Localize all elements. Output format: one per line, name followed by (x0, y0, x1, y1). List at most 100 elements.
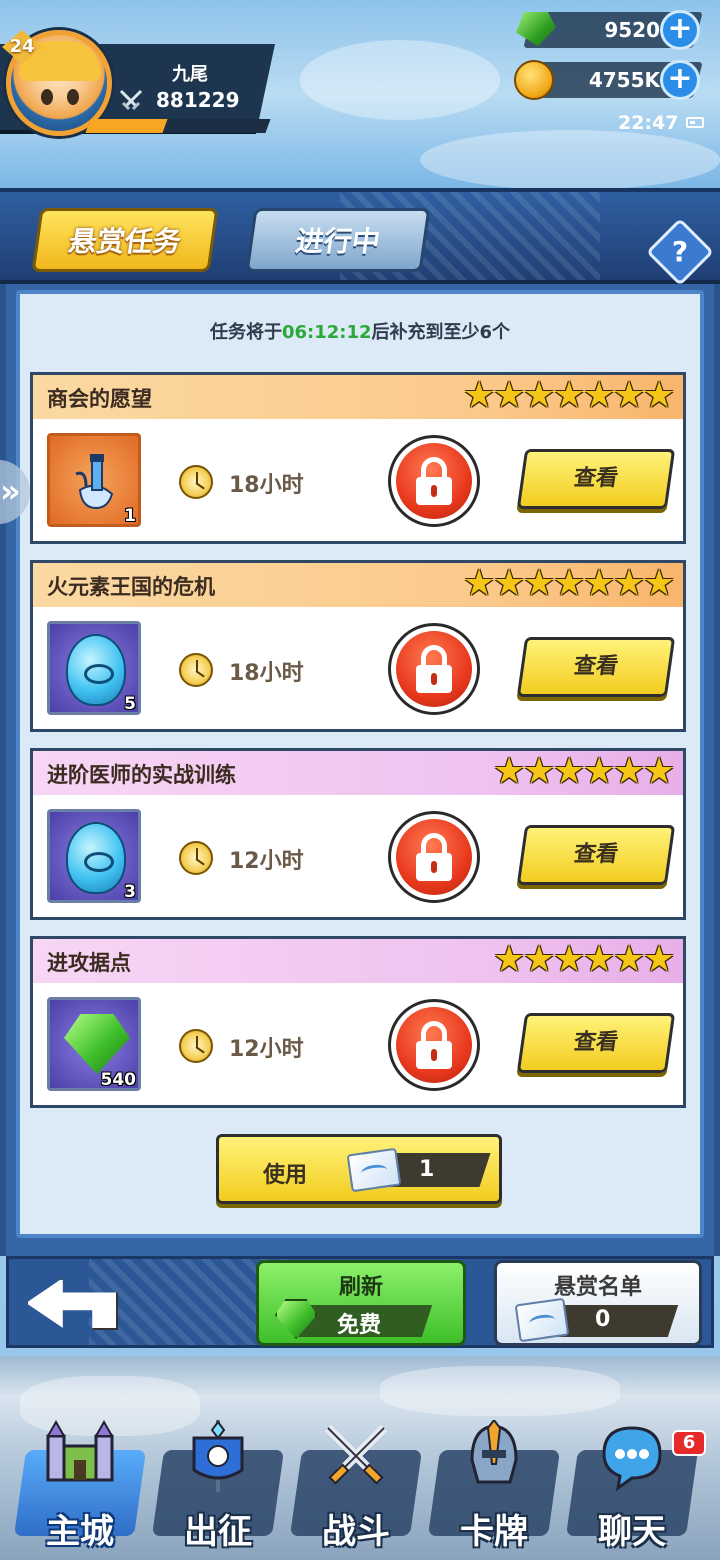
quest-lock-button[interactable] (388, 435, 480, 527)
star-icon: ★ (613, 563, 646, 604)
tab-in-progress[interactable]: 进行中 (245, 208, 431, 272)
nav-label: 聊天 (598, 1512, 666, 1552)
nav-label: 战斗 (322, 1512, 390, 1552)
egg-icon (66, 634, 126, 706)
bounty-list-button[interactable]: 悬赏名单 0 (494, 1260, 702, 1346)
reward-count: 3 (124, 882, 136, 902)
question-icon: ? (671, 235, 689, 268)
clock-icon (179, 653, 213, 687)
potion-icon (75, 454, 114, 510)
player-xp-fill (85, 119, 168, 133)
quest-card: 商会的愿望 ★ ★ ★ ★ ★ ★ ★ 1 18小时 查看 (30, 372, 686, 544)
star-icon: ★ (553, 939, 586, 980)
nav-main-city[interactable]: 主城 (13, 1420, 147, 1560)
quest-reward-item[interactable]: 3 (47, 809, 141, 903)
quest-view-button[interactable]: 查看 (516, 449, 676, 509)
clock-icon (179, 841, 213, 875)
star-icon: ★ (583, 563, 616, 604)
chevron-right-icon: » (0, 472, 21, 510)
nav-label: 主城 (46, 1512, 114, 1552)
quest-reward-item[interactable]: 540 (47, 997, 141, 1091)
quest-title: 商会的愿望 (47, 387, 152, 411)
quest-header: 进阶医师的实战训练 ★ ★ ★ ★ ★ ★ (33, 751, 683, 795)
clock-icon (179, 465, 213, 499)
back-arrow-icon (26, 1278, 118, 1330)
star-icon: ★ (553, 375, 586, 416)
background-cloud (420, 130, 720, 190)
star-icon: ★ (583, 939, 616, 980)
quest-title: 进阶医师的实战训练 (47, 763, 236, 787)
star-icon: ★ (643, 751, 676, 792)
quest-view-button[interactable]: 查看 (516, 637, 676, 697)
quest-star-rating: ★ ★ ★ ★ ★ ★ (493, 751, 676, 792)
tab-bounty-tasks[interactable]: 悬赏任务 (31, 208, 219, 272)
gold-coin-icon (514, 60, 554, 100)
quest-duration: 12小时 (229, 849, 304, 874)
gems-value: 9520 (604, 18, 660, 42)
nav-expedition[interactable]: 出征 (151, 1420, 285, 1560)
quest-duration: 18小时 (229, 661, 304, 686)
refill-notice-suffix: 后补充到至少6个 (371, 322, 511, 343)
quest-reward-item[interactable]: 1 (47, 433, 141, 527)
refresh-button[interactable]: 刷新 免费 (256, 1260, 466, 1346)
avatar-eye (41, 89, 53, 105)
quest-reward-item[interactable]: 5 (47, 621, 141, 715)
reward-count: 540 (100, 1070, 137, 1090)
star-icon: ★ (493, 939, 526, 980)
refresh-title: 刷新 (338, 1275, 383, 1300)
lock-icon (396, 819, 472, 895)
lock-icon (396, 1007, 472, 1083)
refill-notice-prefix: 任务将于 (209, 322, 282, 343)
clock-icon (179, 1029, 213, 1063)
quest-star-rating: ★ ★ ★ ★ ★ ★ (493, 939, 676, 980)
star-icon: ★ (523, 563, 556, 604)
lock-icon (396, 631, 472, 707)
use-scroll-button[interactable]: 使用 1 (216, 1134, 502, 1204)
star-icon: ★ (583, 751, 616, 792)
nav-cards[interactable]: 卡牌 (427, 1420, 561, 1560)
battery-icon (686, 117, 704, 128)
crossed-swords-icon (119, 89, 143, 111)
star-icon: ★ (463, 375, 496, 416)
star-icon: ★ (643, 375, 676, 416)
quest-header: 商会的愿望 ★ ★ ★ ★ ★ ★ ★ (33, 375, 683, 419)
helmet-icon (470, 1420, 518, 1484)
quest-star-rating: ★ ★ ★ ★ ★ ★ ★ (463, 375, 676, 416)
star-icon: ★ (643, 939, 676, 980)
nav-label: 出征 (184, 1512, 252, 1552)
player-name: 九尾 (172, 64, 208, 85)
add-gold-button[interactable]: + (660, 60, 700, 100)
quest-card: 进攻据点 ★ ★ ★ ★ ★ ★ 540 12小时 查看 (30, 936, 686, 1108)
star-icon: ★ (523, 375, 556, 416)
quest-header: 进攻据点 ★ ★ ★ ★ ★ ★ (33, 939, 683, 983)
player-power: 881229 (156, 88, 240, 112)
quest-view-button[interactable]: 查看 (516, 1013, 676, 1073)
star-icon: ★ (493, 375, 526, 416)
quest-title: 进攻据点 (47, 951, 131, 975)
refill-notice: 任务将于06:12:12后补充到至少6个 (20, 318, 700, 344)
star-icon: ★ (613, 751, 646, 792)
star-icon: ★ (523, 939, 556, 980)
quest-card: 进阶医师的实战训练 ★ ★ ★ ★ ★ ★ 3 12小时 查看 (30, 748, 686, 920)
reward-count: 5 (124, 694, 136, 714)
quest-lock-button[interactable] (388, 623, 480, 715)
player-xp-bar (85, 119, 271, 133)
quest-view-button[interactable]: 查看 (516, 825, 676, 885)
egg-icon (66, 822, 126, 894)
quest-duration: 18小时 (229, 473, 304, 498)
quest-lock-button[interactable] (388, 999, 480, 1091)
quest-star-rating: ★ ★ ★ ★ ★ ★ ★ (463, 563, 675, 604)
quest-lock-button[interactable] (388, 811, 480, 903)
banner-icon (192, 1420, 244, 1492)
star-icon: ★ (613, 375, 646, 416)
back-button[interactable] (20, 1270, 120, 1336)
quest-card: 火元素王国的危机 ★ ★ ★ ★ ★ ★ ★ 5 18小时 查看 (30, 560, 686, 732)
add-gems-button[interactable]: + (660, 10, 700, 50)
quest-duration: 12小时 (229, 1037, 304, 1062)
star-icon: ★ (613, 939, 646, 980)
quest-title: 火元素王国的危机 (47, 575, 215, 599)
nav-battle[interactable]: 战斗 (289, 1420, 423, 1560)
bounty-scroll-icon (514, 1297, 570, 1343)
star-icon: ★ (523, 751, 556, 792)
refresh-cost: 免费 (337, 1313, 382, 1338)
